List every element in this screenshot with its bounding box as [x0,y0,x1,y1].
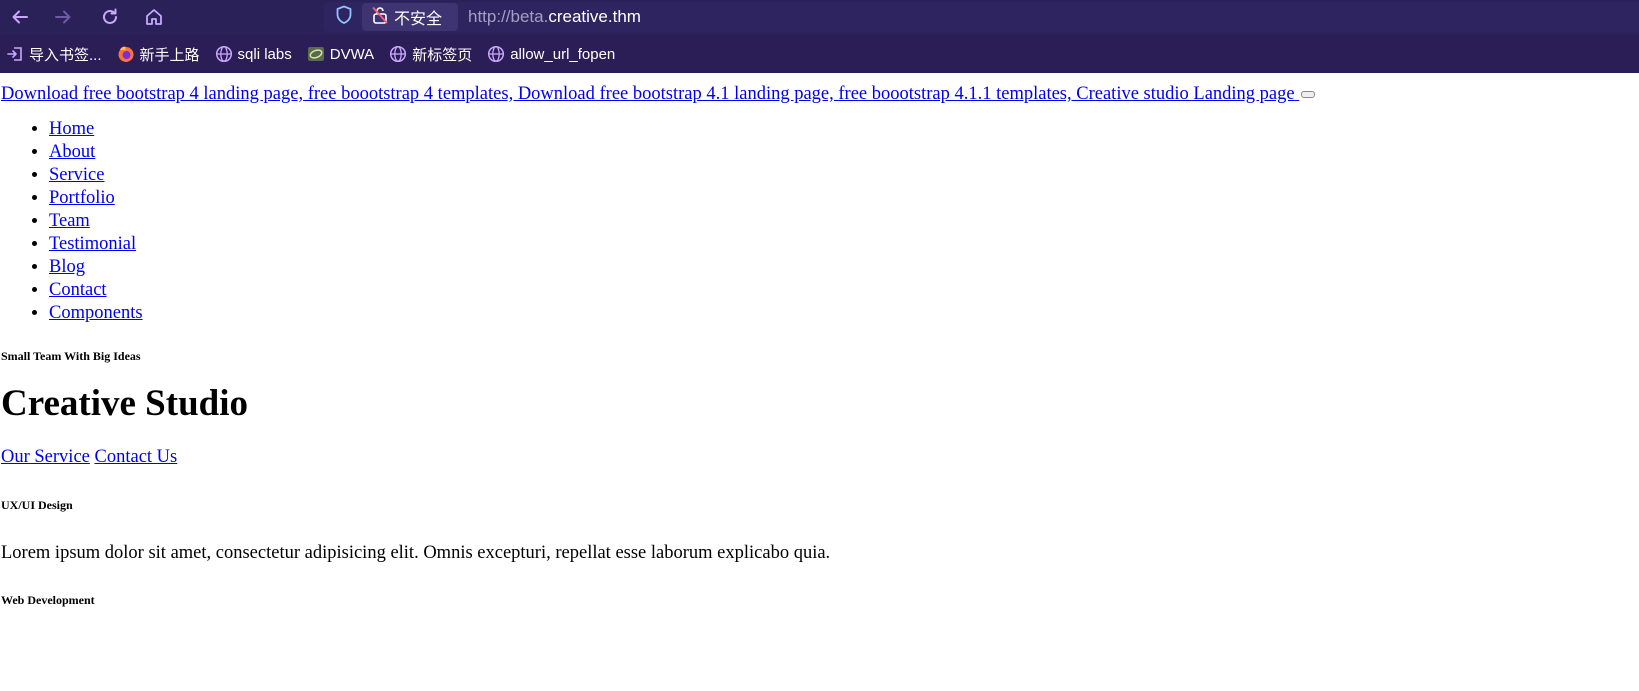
navbar-brand-row: Download free bootstrap 4 landing page, … [1,83,1638,105]
nav-link-team[interactable]: Team [49,211,90,231]
home-button[interactable] [139,4,169,30]
bookmarks-bar: 导入书签... 新手上路 sqli labs DVWA 新标签页 allow_u… [0,35,1639,73]
tracking-protection-button[interactable] [334,5,354,30]
nav-link-components[interactable]: Components [49,303,143,323]
nav-link-service[interactable]: Service [49,165,104,185]
url-host: creative.thm [548,7,641,26]
nav-link-about[interactable]: About [49,142,95,162]
nav-item-about: About [49,141,1638,164]
hero-tagline: Small Team With Big Ideas [1,349,141,363]
bookmark-label: allow_url_fopen [510,45,616,63]
nav-link-contact[interactable]: Contact [49,280,107,300]
forward-arrow-icon [53,7,73,27]
contact-us-link[interactable]: Contact Us [95,447,178,467]
bookmark-label: DVWA [329,45,375,63]
nav-item-home: Home [49,118,1638,141]
bookmark-allow-url-fopen[interactable]: allow_url_fopen [487,45,615,63]
globe-icon [487,45,505,63]
nav-item-team: Team [49,210,1638,233]
nav-link-blog[interactable]: Blog [49,257,85,277]
navbar-brand-link-trailing-space[interactable] [1295,84,1300,104]
url-scheme: http://beta. [468,7,549,26]
security-label: 不安全 [394,11,443,28]
bookmark-label: sqli labs [237,45,292,63]
bookmark-label: 新手上路 [139,46,200,64]
nav-menu: Home About Service Portfolio Team Testim… [1,118,1638,325]
service-description: Lorem ipsum dolor sit amet, consectetur … [1,543,831,563]
home-icon [144,7,164,27]
dvwa-icon [307,45,325,63]
nav-item-portfolio: Portfolio [49,187,1638,210]
bookmark-sqli-labs[interactable]: sqli labs [215,45,292,63]
bookmark-import[interactable]: 导入书签... [6,44,102,65]
insecure-lock-icon [372,6,388,29]
nav-item-contact: Contact [49,279,1638,302]
nav-item-testimonial: Testimonial [49,233,1638,256]
nav-item-service: Service [49,164,1638,187]
nav-item-components: Components [49,302,1638,325]
nav-link-home[interactable]: Home [49,119,94,139]
service-title: UX/UI Design [1,498,73,512]
bookmark-label: 导入书签... [29,46,102,64]
globe-icon [389,45,407,63]
navbar-brand-link[interactable]: Download free bootstrap 4 landing page, … [1,84,1295,104]
browser-toolbar: 不安全 http://beta.creative.thm [0,0,1639,35]
service-title: Web Development [1,593,95,607]
globe-icon [215,45,233,63]
back-button[interactable] [5,4,35,30]
reload-icon [100,7,120,27]
firefox-icon [117,45,135,63]
bookmark-label: 新标签页 [412,46,473,64]
nav-item-blog: Blog [49,256,1638,279]
nav-link-testimonial[interactable]: Testimonial [49,234,136,254]
hero-title: Creative Studio [1,383,249,424]
bookmark-dvwa[interactable]: DVWA [307,45,374,63]
shield-icon [335,5,353,30]
address-bar[interactable]: 不安全 http://beta.creative.thm [324,2,1639,32]
import-icon [6,45,24,63]
page-content: Download free bootstrap 4 landing page, … [0,83,1639,608]
forward-button[interactable] [48,4,78,30]
url-text[interactable]: http://beta.creative.thm [468,7,641,27]
hero-cta-row: Our Service Contact Us [1,447,1638,468]
our-service-link[interactable]: Our Service [1,447,90,467]
bookmark-getting-started[interactable]: 新手上路 [117,44,200,65]
navbar-toggler-button[interactable] [1301,91,1316,99]
site-security-button[interactable]: 不安全 [362,3,458,31]
bookmark-new-tab[interactable]: 新标签页 [389,44,472,65]
nav-link-portfolio[interactable]: Portfolio [49,188,115,208]
back-arrow-icon [10,7,30,27]
reload-button[interactable] [95,4,125,30]
